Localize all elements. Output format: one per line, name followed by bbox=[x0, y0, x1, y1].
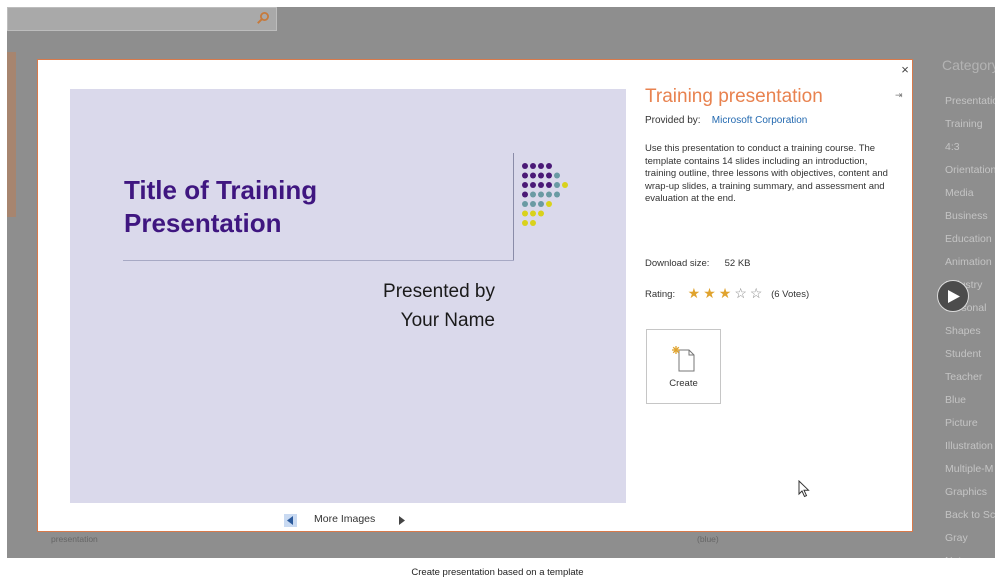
decoration-dot bbox=[538, 201, 544, 207]
decoration-dot bbox=[538, 191, 544, 198]
star-filled-icon[interactable]: ★ bbox=[688, 285, 701, 302]
create-button[interactable]: Create bbox=[646, 329, 721, 404]
slide-preview: Title of Training Presentation Presented… bbox=[70, 89, 626, 503]
figure-caption: Create presentation based on a template bbox=[411, 567, 584, 578]
decoration-dot bbox=[538, 182, 544, 188]
category-item[interactable]: Multiple-M bbox=[945, 458, 995, 481]
template-preview-dialog: × ⇥ Title of Training Presentation Prese… bbox=[37, 59, 913, 532]
pin-icon[interactable]: ⇥ bbox=[895, 90, 909, 100]
rating-stars: ★ ★ ★ ☆ ☆ bbox=[688, 285, 766, 301]
decoration-dot bbox=[554, 172, 560, 179]
download-size-label: Download size: bbox=[645, 258, 710, 269]
category-item[interactable]: Picture bbox=[945, 412, 995, 435]
decoration-dot bbox=[522, 182, 528, 188]
template-description: Use this presentation to conduct a train… bbox=[645, 143, 888, 204]
dot-pattern-decoration bbox=[522, 163, 568, 226]
decoration-dot bbox=[554, 191, 560, 198]
decoration-dot bbox=[530, 201, 536, 207]
decoration-dot bbox=[522, 210, 528, 217]
close-button[interactable]: × bbox=[898, 63, 912, 77]
star-filled-icon[interactable]: ★ bbox=[719, 285, 732, 302]
category-item[interactable]: 4:3 bbox=[945, 136, 995, 159]
votes-count: (6 Votes) bbox=[771, 289, 810, 300]
category-item[interactable]: Training bbox=[945, 113, 995, 136]
decoration-dot bbox=[546, 172, 552, 179]
category-item[interactable]: Business bbox=[945, 205, 995, 228]
decoration-dot bbox=[554, 182, 560, 188]
decoration-dot bbox=[530, 210, 536, 217]
category-item[interactable]: Education bbox=[945, 228, 995, 251]
decoration-dot bbox=[546, 182, 552, 188]
star-filled-icon[interactable]: ★ bbox=[703, 285, 716, 302]
slide-subtitle-line: Your Name bbox=[400, 310, 495, 331]
category-header: Category bbox=[942, 57, 995, 73]
new-file-icon bbox=[672, 346, 695, 372]
category-item[interactable]: Nature bbox=[945, 550, 995, 558]
category-item[interactable]: Presentation bbox=[945, 90, 995, 113]
star-empty-icon[interactable]: ☆ bbox=[734, 285, 747, 302]
category-item[interactable]: Teacher bbox=[945, 366, 995, 389]
create-label: Create bbox=[669, 378, 698, 389]
arrow-right-icon[interactable] bbox=[395, 514, 408, 527]
background-template-label: (blue) bbox=[697, 534, 719, 544]
decoration-dot bbox=[530, 191, 536, 198]
decoration-dot bbox=[546, 191, 552, 198]
decoration-dot bbox=[522, 191, 528, 198]
decoration-dot bbox=[522, 172, 528, 179]
background-thumbnail-edge bbox=[7, 52, 16, 217]
search-box[interactable] bbox=[7, 7, 277, 31]
slide-subtitle-line: Presented by bbox=[383, 281, 495, 302]
download-size-line: Download size: 52 KB bbox=[645, 258, 751, 269]
decoration-dot bbox=[546, 201, 552, 207]
category-item[interactable]: Animation bbox=[945, 251, 995, 274]
background-template-label: presentation bbox=[51, 534, 98, 544]
slide-subtitle: Presented by Your Name bbox=[300, 277, 495, 335]
slide-title-line: Title of Training bbox=[124, 175, 318, 205]
provided-by-label: Provided by: bbox=[645, 115, 701, 126]
mouse-cursor-icon bbox=[798, 480, 810, 498]
template-title: Training presentation bbox=[645, 86, 823, 107]
decoration-dot bbox=[538, 210, 544, 217]
rating-line: Rating: ★ ★ ★ ☆ ☆ (6 Votes) bbox=[645, 285, 809, 302]
slide-title-line: Presentation bbox=[124, 208, 282, 238]
search-icon[interactable] bbox=[256, 11, 270, 25]
decoration-dot bbox=[562, 182, 568, 188]
star-empty-icon[interactable]: ☆ bbox=[750, 285, 763, 302]
category-item[interactable]: Back to Sc bbox=[945, 504, 995, 527]
category-item[interactable]: Gray bbox=[945, 527, 995, 550]
decoration-dot bbox=[530, 172, 536, 179]
category-item[interactable]: Orientation bbox=[945, 159, 995, 182]
provider-link[interactable]: Microsoft Corporation bbox=[712, 115, 808, 126]
decoration-dot bbox=[522, 201, 528, 207]
slide-divider bbox=[513, 153, 514, 261]
category-item[interactable]: Graphics bbox=[945, 481, 995, 504]
decoration-dot bbox=[522, 163, 528, 169]
category-item[interactable]: Illustration bbox=[945, 435, 995, 458]
category-list: PresentationTraining4:3OrientationMediaB… bbox=[945, 90, 995, 558]
decoration-dot bbox=[538, 163, 544, 169]
decoration-dot bbox=[530, 182, 536, 188]
rating-label: Rating: bbox=[645, 289, 676, 300]
decoration-dot bbox=[522, 220, 528, 226]
slide-title: Title of Training Presentation bbox=[124, 174, 424, 240]
arrow-left-icon[interactable] bbox=[284, 514, 297, 527]
category-item[interactable]: Student bbox=[945, 343, 995, 366]
decoration-dot bbox=[530, 220, 536, 226]
category-item[interactable]: Shapes bbox=[945, 320, 995, 343]
category-item[interactable]: Media bbox=[945, 182, 995, 205]
play-icon[interactable] bbox=[937, 280, 969, 312]
provider-line: Provided by: Microsoft Corporation bbox=[645, 115, 807, 126]
download-size-value: 52 KB bbox=[724, 258, 751, 269]
decoration-dot bbox=[538, 172, 544, 179]
category-item[interactable]: Blue bbox=[945, 389, 995, 412]
decoration-dot bbox=[530, 163, 536, 169]
decoration-dot bbox=[546, 163, 552, 169]
slide-divider bbox=[123, 260, 514, 261]
more-images-label: More Images bbox=[314, 513, 376, 525]
